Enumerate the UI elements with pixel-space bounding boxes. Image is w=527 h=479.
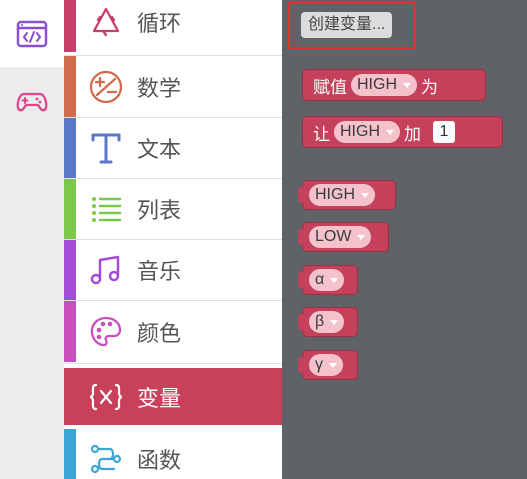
category-loop[interactable]: 循环 (64, 0, 282, 52)
category-variable[interactable]: 变量 (64, 368, 282, 425)
change-variable-block[interactable]: 让 HIGH 加 1 (302, 116, 503, 148)
category-color-bar (64, 240, 76, 300)
math-icon (86, 67, 126, 107)
number-input[interactable]: 1 (433, 121, 455, 143)
category-text[interactable]: 文本 (64, 118, 282, 178)
category-label: 列表 (137, 198, 182, 223)
list-icon (86, 189, 126, 229)
category-color-bar (64, 0, 76, 52)
variable-dropdown[interactable]: β (309, 311, 345, 333)
category-color-bar (64, 179, 76, 239)
variable-dropdown[interactable]: γ (309, 354, 343, 376)
variable-block[interactable]: LOW (298, 222, 389, 252)
create-variable-button[interactable]: 创建变量... (301, 12, 393, 38)
block-keyword: 为 (421, 77, 438, 97)
dropdown-arrow-icon (329, 362, 337, 368)
category-function[interactable]: 函数 (64, 429, 282, 479)
variable-block[interactable]: HIGH (298, 180, 396, 210)
category-math[interactable]: 数学 (64, 56, 282, 117)
mode-rail (0, 0, 64, 479)
category-label: 文本 (137, 137, 182, 162)
dropdown-arrow-icon (403, 82, 411, 88)
category-label: 音乐 (137, 259, 182, 284)
category-label: 数学 (137, 75, 182, 101)
category-music[interactable]: 音乐 (64, 240, 282, 300)
category-list-item[interactable]: 列表 (64, 179, 282, 239)
divider (64, 363, 282, 364)
category-label: 函数 (137, 448, 182, 473)
variable-icon (86, 377, 126, 417)
loop-icon (86, 2, 126, 42)
set-variable-block[interactable]: 赋值 HIGH 为 (302, 69, 486, 101)
category-color-bar (64, 301, 76, 362)
category-list: 循环 数学 文本 列表 音乐 颜色 变量 函数 (64, 0, 282, 479)
variable-dropdown[interactable]: α (309, 269, 345, 291)
dropdown-arrow-icon (361, 192, 369, 198)
block-keyword: 赋值 (313, 77, 347, 97)
variable-dropdown[interactable]: HIGH (309, 184, 375, 206)
category-label: 变量 (137, 385, 182, 411)
block-keyword: 让 (313, 124, 330, 144)
variable-dropdown[interactable]: LOW (309, 226, 372, 248)
palette-icon (86, 312, 126, 352)
dropdown-arrow-icon (386, 129, 394, 135)
variable-block[interactable]: α (298, 265, 358, 295)
variable-block[interactable]: β (298, 307, 358, 337)
function-icon (86, 439, 126, 479)
dropdown-arrow-icon (357, 234, 366, 240)
dropdown-arrow-icon (330, 277, 339, 283)
category-color-bar (64, 118, 76, 178)
game-mode-button[interactable] (0, 67, 64, 135)
category-label: 颜色 (137, 320, 182, 346)
block-keyword: 加 (404, 124, 421, 144)
category-color-bar (64, 429, 76, 479)
dropdown-arrow-icon (330, 319, 339, 325)
variable-block[interactable]: γ (298, 350, 358, 380)
category-color-bar (64, 56, 76, 117)
category-color[interactable]: 颜色 (64, 301, 282, 362)
variable-dropdown[interactable]: HIGH (334, 121, 400, 143)
category-label: 循环 (137, 11, 182, 36)
variable-dropdown[interactable]: HIGH (351, 74, 417, 96)
code-editor-icon (16, 20, 48, 47)
text-icon (86, 128, 126, 168)
gamepad-icon (16, 92, 48, 112)
code-mode-button[interactable] (0, 0, 64, 67)
music-icon (86, 250, 126, 290)
